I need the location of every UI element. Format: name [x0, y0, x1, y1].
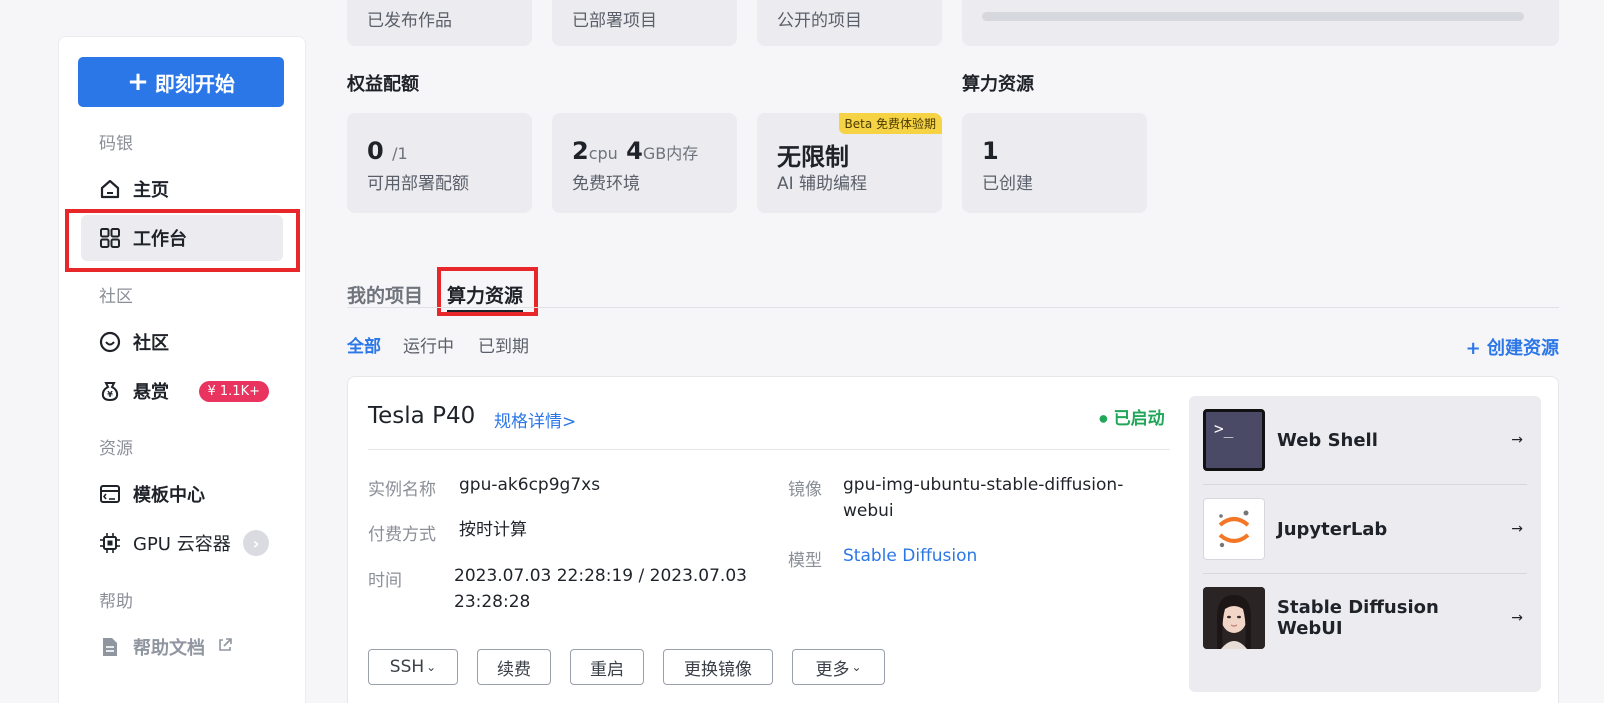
- money-bag-icon: ¥: [99, 380, 121, 402]
- sidebar-item-bounty[interactable]: ¥ 悬赏 ¥ 1.1K+: [81, 368, 283, 414]
- svg-text:¥: ¥: [107, 390, 113, 399]
- quota-value: 无限制: [777, 143, 849, 171]
- restart-button[interactable]: 重启: [570, 649, 644, 685]
- start-button-label: 即刻开始: [154, 71, 235, 96]
- sidebar-item-label: GPU 云容器: [133, 534, 231, 555]
- status-dot-icon: ●: [1099, 413, 1108, 425]
- sidebar-item-gpu[interactable]: GPU 云容器 ›: [81, 520, 283, 566]
- tool-name: JupyterLab: [1277, 518, 1388, 540]
- tools-panel: >_ Web Shell → JupyterLab → Stable Diffu…: [1189, 396, 1541, 692]
- quota-section-title: 权益配额: [347, 74, 419, 95]
- arrow-right-icon: →: [1511, 610, 1523, 626]
- chevron-right-icon[interactable]: ›: [243, 530, 269, 556]
- home-icon: [99, 178, 121, 200]
- terminal-icon: >_: [1203, 409, 1265, 471]
- quota-card-env: 2cpu 4GB内存 免费环境: [552, 113, 737, 213]
- compute-card-created: 1 已创建: [962, 113, 1147, 213]
- stat-label: 已部署项目: [572, 11, 657, 31]
- chevron-down-icon: ⌄: [426, 660, 437, 674]
- chip-icon: [99, 532, 121, 554]
- jupyter-icon: [1203, 498, 1265, 560]
- stat-card-public: 公开的项目: [757, 0, 942, 46]
- billing-label: 付费方式: [368, 525, 436, 545]
- instance-name-value: gpu-ak6cp9g7xs: [459, 475, 601, 495]
- tool-name: Web Shell: [1277, 429, 1378, 451]
- external-link-icon: [217, 637, 233, 658]
- resource-card: Tesla P40 规格详情> ● 已启动 实例名称 gpu-ak6cp9g7x…: [347, 376, 1559, 703]
- filter-expired[interactable]: 已到期: [478, 332, 529, 357]
- compute-label: 已创建: [982, 174, 1033, 194]
- sidebar-item-label: 主页: [133, 180, 169, 201]
- group-label-help: 帮助: [99, 592, 133, 612]
- group-label-community: 社区: [99, 287, 133, 307]
- tool-web-shell[interactable]: >_ Web Shell →: [1203, 396, 1527, 484]
- arrow-right-icon: →: [1511, 432, 1523, 448]
- beta-tag: Beta 免费体验期: [838, 113, 942, 134]
- sidebar-item-label: 社区: [133, 333, 169, 354]
- tool-jupyterlab[interactable]: JupyterLab →: [1203, 485, 1527, 573]
- status-badge: ● 已启动: [1099, 409, 1165, 429]
- card-divider: [368, 449, 1170, 450]
- resource-title: Tesla P40: [368, 403, 476, 429]
- bounty-badge: ¥ 1.1K+: [198, 380, 269, 402]
- arrow-right-icon: →: [1511, 521, 1523, 537]
- more-button[interactable]: 更多 ⌄: [792, 649, 885, 685]
- image-value: gpu-img-ubuntu-stable-diffusion-webui: [843, 475, 1124, 521]
- sidebar-item-label: 模板中心: [133, 485, 205, 506]
- renew-button[interactable]: 续费: [477, 649, 551, 685]
- image-label: 镜像: [788, 480, 822, 500]
- smile-icon: [99, 331, 121, 353]
- instance-name-label: 实例名称: [368, 480, 436, 500]
- quota-label: AI 辅助编程: [777, 174, 868, 194]
- filter-all[interactable]: 全部: [347, 332, 381, 357]
- model-link[interactable]: Stable Diffusion: [843, 543, 977, 569]
- tabs-divider: [347, 307, 1559, 308]
- quota-value: 2cpu 4GB内存: [572, 137, 699, 165]
- stat-card-progress: [962, 0, 1559, 46]
- start-button[interactable]: + 即刻开始: [78, 57, 284, 107]
- stat-card-deployed: 已部署项目: [552, 0, 737, 46]
- spec-details-link[interactable]: 规格详情>: [494, 407, 576, 432]
- sidebar: + 即刻开始 码银 主页 工作台 社区 社区 ¥ 悬赏 ¥ 1.1K+ 资源 模…: [58, 36, 306, 703]
- compute-value: 1: [982, 137, 999, 165]
- sidebar-item-label: 帮助文档: [133, 638, 205, 659]
- tab-my-projects[interactable]: 我的项目: [347, 281, 423, 308]
- tool-name: Stable Diffusion WebUI: [1277, 597, 1439, 639]
- create-resource-button[interactable]: + 创建资源: [1466, 334, 1559, 360]
- sidebar-item-templates[interactable]: 模板中心: [81, 471, 283, 517]
- change-image-button[interactable]: 更换镜像: [663, 649, 773, 685]
- stat-label: 已发布作品: [367, 11, 452, 31]
- group-label-resources: 资源: [99, 439, 133, 459]
- time-label: 时间: [368, 571, 402, 591]
- svg-text:>_: >_: [1214, 419, 1234, 438]
- quota-value: 0 /1: [367, 137, 408, 165]
- sidebar-item-label: 悬赏: [133, 382, 169, 403]
- time-value: 2023.07.03 22:28:19 / 2023.07.03 23:28:2…: [454, 566, 747, 612]
- template-icon: [99, 483, 121, 505]
- plus-icon: +: [127, 67, 149, 97]
- sidebar-item-community[interactable]: 社区: [81, 319, 283, 365]
- stat-label: 公开的项目: [777, 11, 862, 31]
- sidebar-item-help-docs[interactable]: 帮助文档: [81, 624, 283, 670]
- highlight-box-compute-tab: [437, 267, 538, 316]
- quota-label: 免费环境: [572, 174, 640, 194]
- document-icon: [99, 636, 121, 658]
- compute-section-title: 算力资源: [962, 74, 1034, 95]
- sidebar-item-home[interactable]: 主页: [81, 166, 283, 212]
- quota-card-deploy: 0 /1 可用部署配额: [347, 113, 532, 213]
- quota-label: 可用部署配额: [367, 174, 469, 194]
- filter-running[interactable]: 运行中: [403, 332, 454, 357]
- stat-card-published: 已发布作品: [347, 0, 532, 46]
- group-label-mayin: 码银: [99, 134, 133, 154]
- progress-bar: [982, 12, 1524, 21]
- plus-icon: +: [1465, 338, 1487, 359]
- chevron-down-icon: ⌄: [851, 660, 862, 674]
- model-label: 模型: [788, 551, 822, 571]
- tool-sd-webui[interactable]: Stable Diffusion WebUI →: [1203, 574, 1527, 662]
- billing-value: 按时计算: [459, 520, 527, 540]
- ssh-button[interactable]: SSH ⌄: [368, 649, 458, 685]
- quota-card-ai: Beta 免费体验期 无限制 AI 辅助编程: [757, 113, 942, 213]
- portrait-icon: [1203, 587, 1265, 649]
- highlight-box-workbench: [65, 209, 300, 272]
